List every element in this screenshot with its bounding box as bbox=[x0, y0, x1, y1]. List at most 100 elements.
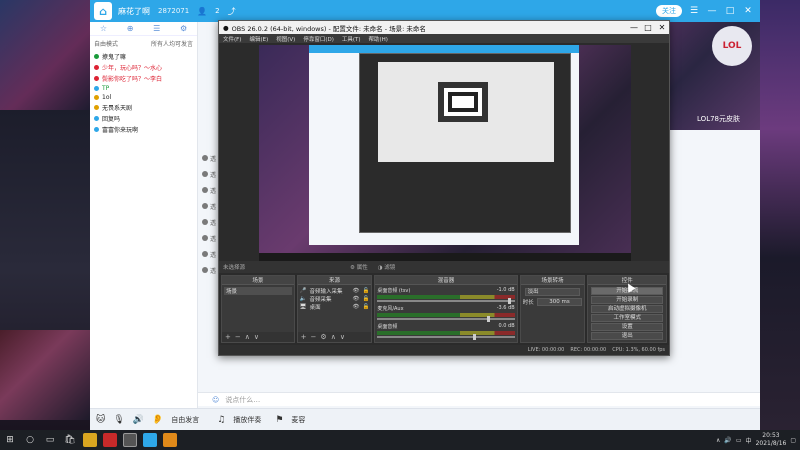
member-name: 少年，玩心吗？～水心 bbox=[102, 65, 163, 72]
transition-select[interactable]: 淡出 bbox=[524, 288, 581, 296]
obs-close-icon[interactable]: ✕ bbox=[655, 23, 669, 32]
menu-docks[interactable]: 停靠窗口(D) bbox=[303, 35, 334, 43]
member-sidebar: ☆ ⊕ ☰ ⚙ 自由模式 所有人均可发言 撩鬼了嘛 少年，玩心吗？～水心 鬓影你吃了… bbox=[90, 22, 198, 430]
star-icon[interactable]: ☆ bbox=[100, 24, 107, 33]
move-up-icon[interactable]: ∧ bbox=[331, 333, 336, 341]
ime-icon[interactable]: 中 bbox=[746, 436, 752, 445]
volume-icon[interactable]: 🔊 bbox=[724, 437, 731, 444]
volume-fader[interactable] bbox=[377, 316, 515, 322]
room-button[interactable]: 麦容 bbox=[291, 415, 305, 425]
preview-nested-canvas bbox=[378, 62, 554, 162]
member-item[interactable]: 鬓影你吃了吗？～李白 bbox=[90, 73, 197, 84]
member-item[interactable]: 少年，玩心吗？～水心 bbox=[90, 62, 197, 73]
member-name: 富富你来玩啊 bbox=[102, 127, 139, 134]
source-item[interactable]: 🖥 桌面 👁 🔓 bbox=[300, 303, 370, 311]
room-logo-icon[interactable]: ⌂ bbox=[94, 2, 112, 20]
settings-icon[interactable]: ⚙ bbox=[180, 24, 187, 33]
member-item[interactable]: 富富你来玩啊 bbox=[90, 124, 197, 135]
avatar-icon[interactable]: 🐱 bbox=[96, 415, 105, 425]
add-icon[interactable]: ⊕ bbox=[127, 24, 134, 33]
filters-button[interactable]: ◑ 滤镜 bbox=[378, 263, 396, 271]
volume-fader[interactable] bbox=[377, 298, 515, 304]
properties-button[interactable]: ⚙ 属性 bbox=[350, 263, 368, 271]
menu-edit[interactable]: 编辑(E) bbox=[249, 35, 268, 43]
lock-icon[interactable]: 🔓 bbox=[362, 296, 369, 302]
volume-fader[interactable] bbox=[377, 334, 515, 340]
voice-app-icon[interactable] bbox=[143, 433, 157, 447]
store-icon[interactable]: 🛍 bbox=[60, 430, 80, 450]
follow-button[interactable]: 关注 bbox=[656, 5, 682, 17]
share-icon[interactable]: ⤴ bbox=[228, 6, 236, 17]
menu-view[interactable]: 视图(V) bbox=[276, 35, 295, 43]
menu-file[interactable]: 文件(F) bbox=[223, 35, 241, 43]
free-speech-button[interactable]: 自由发言 bbox=[171, 415, 199, 425]
media-app-icon[interactable] bbox=[103, 433, 117, 447]
play-music-button[interactable]: 播放伴奏 bbox=[233, 415, 261, 425]
add-scene-icon[interactable]: + bbox=[225, 333, 231, 341]
list-icon[interactable]: ☰ bbox=[153, 24, 160, 33]
member-item[interactable]: 无畏系天剧 bbox=[90, 102, 197, 113]
member-item[interactable]: 回复吗 bbox=[90, 113, 197, 124]
fader-handle[interactable] bbox=[473, 334, 477, 340]
transitions-dock: 场景转场 淡出 时长 300 ms bbox=[519, 275, 586, 343]
obs-preview-canvas[interactable] bbox=[259, 45, 631, 261]
notification-icon[interactable]: ▢ bbox=[790, 437, 796, 444]
source-item[interactable]: 🎤 音频输入采集 👁 🔓 bbox=[300, 287, 370, 295]
maximize-icon[interactable]: □ bbox=[724, 6, 736, 16]
minimize-icon[interactable]: — bbox=[706, 6, 718, 16]
task-view-icon[interactable]: ▭ bbox=[40, 430, 60, 450]
source-label: 音频采集 bbox=[309, 297, 332, 303]
network-icon[interactable]: ▭ bbox=[736, 437, 742, 444]
fader-handle[interactable] bbox=[507, 298, 511, 304]
tray-chevron-icon[interactable]: ∧ bbox=[716, 437, 720, 444]
source-settings-icon[interactable]: ⚙ bbox=[320, 333, 326, 341]
close-icon[interactable]: ✕ bbox=[742, 6, 754, 16]
remove-scene-icon[interactable]: − bbox=[235, 333, 241, 341]
music-icon[interactable]: ♫ bbox=[217, 415, 225, 425]
lock-icon[interactable]: 🔓 bbox=[362, 304, 369, 310]
visibility-icon[interactable]: 👁 bbox=[352, 296, 359, 302]
move-down-icon[interactable]: ∨ bbox=[254, 333, 259, 341]
move-up-icon[interactable]: ∧ bbox=[245, 333, 250, 341]
message-input[interactable]: ☺ 说点什么… bbox=[198, 392, 760, 406]
system-tray: ∧ 🔊 ▭ 中 20:53 2021/8/16 ▢ bbox=[716, 432, 800, 448]
obs-minimize-icon[interactable]: — bbox=[627, 23, 641, 32]
game-app-icon[interactable] bbox=[83, 433, 97, 447]
studio-mode-button[interactable]: 工作室模式 bbox=[591, 314, 664, 322]
emoji-icon[interactable]: ☺ bbox=[212, 396, 219, 404]
scene-item[interactable]: 场景 bbox=[224, 287, 292, 295]
member-item[interactable]: 1ol bbox=[90, 93, 197, 102]
menu-help[interactable]: 帮助(H) bbox=[369, 35, 388, 43]
mixer-channel-name: 桌面音频 (tsv) bbox=[377, 288, 411, 294]
remove-source-icon[interactable]: − bbox=[311, 333, 317, 341]
source-item[interactable]: 🔈 音频采集 👁 🔓 bbox=[300, 295, 370, 303]
member-item[interactable]: 撩鬼了嘛 bbox=[90, 51, 197, 62]
search-icon[interactable]: ○ bbox=[20, 430, 40, 450]
add-source-icon[interactable]: + bbox=[301, 333, 307, 341]
start-virtual-camera-button[interactable]: 启动虚拟摄像机 bbox=[591, 305, 664, 313]
fader-handle[interactable] bbox=[487, 316, 491, 322]
move-down-icon[interactable]: ∨ bbox=[340, 333, 345, 341]
other-app-icon[interactable] bbox=[163, 433, 177, 447]
duration-input[interactable]: 300 ms bbox=[536, 298, 583, 306]
menu-tools[interactable]: 工具(T) bbox=[342, 35, 361, 43]
obs-app-icon[interactable] bbox=[123, 433, 137, 447]
start-recording-button[interactable]: 开始录制 bbox=[591, 296, 664, 304]
member-name: 撩鬼了嘛 bbox=[102, 54, 127, 61]
speaker-icon[interactable]: 🔊 bbox=[133, 415, 144, 425]
member-item[interactable]: TP bbox=[90, 84, 197, 93]
exit-button[interactable]: 退出 bbox=[591, 332, 664, 340]
menu-icon[interactable]: ☰ bbox=[688, 6, 700, 16]
windows-start-icon[interactable]: ⊞ bbox=[0, 430, 20, 450]
lock-icon[interactable]: 🔓 bbox=[362, 288, 369, 294]
room-icon[interactable]: ⚑ bbox=[275, 415, 283, 425]
obs-maximize-icon[interactable]: □ bbox=[641, 23, 655, 32]
settings-button[interactable]: 设置 bbox=[591, 323, 664, 331]
visibility-icon[interactable]: 👁 bbox=[352, 288, 359, 294]
member-name: 1ol bbox=[102, 94, 112, 101]
source-tools: ⚙ 属性 ◑ 滤镜 bbox=[350, 263, 395, 271]
visibility-icon[interactable]: 👁 bbox=[352, 304, 359, 310]
mic-icon[interactable]: 🎙 bbox=[113, 415, 124, 425]
ear-icon[interactable]: 👂 bbox=[152, 415, 163, 425]
clock[interactable]: 20:53 2021/8/16 bbox=[756, 432, 787, 448]
